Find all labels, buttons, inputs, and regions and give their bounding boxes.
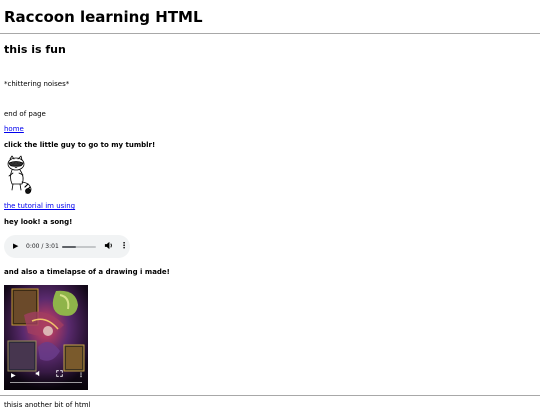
chittering-text: *chittering noises* bbox=[4, 80, 70, 88]
raccoon-icon bbox=[7, 155, 32, 194]
timelapse-video[interactable]: ▶ ⋮ bbox=[4, 285, 88, 390]
play-icon[interactable]: ▶ bbox=[11, 372, 16, 380]
audio-seek-bar[interactable] bbox=[62, 246, 96, 248]
raccoon-tumblr-link[interactable] bbox=[4, 155, 34, 197]
tutorial-link[interactable]: the tutorial im using bbox=[4, 201, 75, 211]
video-seek-bar[interactable] bbox=[10, 382, 82, 383]
audio-player[interactable]: ▶ 0:00 / 3:01 ⋮ bbox=[4, 235, 130, 258]
tumblr-prompt: click the little guy to go to my tumblr! bbox=[4, 141, 156, 149]
volume-icon[interactable] bbox=[104, 241, 113, 253]
audio-time: 0:00 / 3:01 bbox=[26, 243, 59, 250]
volume-icon[interactable] bbox=[35, 370, 42, 380]
fullscreen-icon[interactable] bbox=[56, 370, 63, 380]
song-heading: hey look! a song! bbox=[4, 218, 73, 226]
end-of-page-text: end of page bbox=[4, 110, 46, 118]
home-link[interactable]: home bbox=[4, 124, 24, 134]
timelapse-heading: and also a timelapse of a drawing i made… bbox=[4, 268, 170, 276]
top-divider bbox=[0, 33, 540, 34]
more-options-icon[interactable]: ⋮ bbox=[120, 241, 128, 251]
bottom-divider bbox=[0, 395, 540, 396]
play-icon[interactable]: ▶ bbox=[13, 242, 18, 251]
subheading: this is fun bbox=[4, 43, 66, 56]
footer-text: thisis another bit of html bbox=[4, 401, 91, 409]
video-controls bbox=[4, 372, 88, 390]
page-heading: Raccoon learning HTML bbox=[4, 8, 203, 26]
more-options-icon[interactable]: ⋮ bbox=[78, 372, 84, 380]
audio-progress-fill bbox=[62, 246, 76, 248]
